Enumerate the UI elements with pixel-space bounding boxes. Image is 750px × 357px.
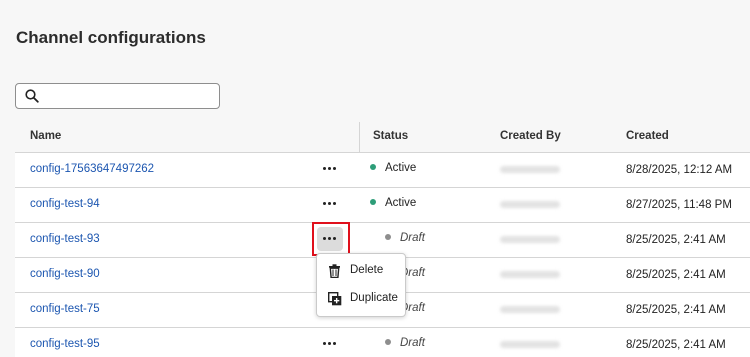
table-row[interactable]: config-test-94 Active 8/27/2025, 11:48 P… [15, 188, 750, 223]
search-field[interactable] [15, 83, 220, 109]
created-by-redacted [500, 166, 560, 173]
created-by-redacted [500, 201, 560, 208]
more-actions-button[interactable] [317, 192, 343, 216]
created-date: 8/25/2025, 2:41 AM [626, 304, 726, 316]
status-label: Draft [400, 232, 425, 244]
configurations-table: Name Status Created By Created config-17… [15, 122, 750, 357]
status-badge: Draft [385, 337, 425, 349]
config-name-link[interactable]: config-test-95 [30, 338, 100, 350]
created-by-redacted [500, 306, 560, 313]
status-badge: Active [370, 162, 416, 174]
status-dot [385, 339, 391, 345]
status-label: Active [385, 162, 417, 174]
status-badge: Draft [385, 232, 425, 244]
created-date: 8/25/2025, 2:41 AM [626, 234, 726, 246]
column-header-status[interactable]: Status [373, 130, 408, 142]
page-title: Channel configurations [16, 28, 206, 47]
created-date: 8/28/2025, 12:12 AM [626, 164, 733, 176]
search-input[interactable] [46, 87, 215, 107]
highlight-outline [312, 222, 350, 256]
menu-item-duplicate[interactable]: Duplicate [317, 286, 405, 312]
table-header: Name Status Created By Created [15, 122, 750, 153]
more-icon [323, 342, 337, 346]
config-name-link[interactable]: config-test-94 [30, 198, 100, 210]
table-row[interactable]: config-test-95 Draft 8/25/2025, 2:41 AM [15, 328, 750, 357]
table-row[interactable]: config-17563647497262 Active 8/28/2025, … [15, 153, 750, 188]
more-icon [323, 202, 337, 206]
column-header-name[interactable]: Name [30, 130, 61, 142]
trash-icon [329, 264, 340, 278]
duplicate-icon [328, 292, 342, 306]
config-name-link[interactable]: config-17563647497262 [30, 163, 154, 175]
status-label: Draft [400, 337, 425, 349]
config-name-link[interactable]: config-test-90 [30, 268, 100, 280]
column-header-created[interactable]: Created [626, 130, 669, 142]
menu-item-delete[interactable]: Delete [317, 258, 405, 284]
created-date: 8/25/2025, 2:41 AM [626, 339, 726, 351]
more-actions-button[interactable] [317, 157, 343, 181]
menu-item-label: Duplicate [350, 292, 398, 304]
status-dot [370, 199, 376, 205]
actions-menu: Delete Duplicate [316, 253, 406, 317]
status-dot [385, 234, 391, 240]
status-dot [370, 164, 376, 170]
more-actions-button[interactable] [317, 332, 343, 356]
status-label: Active [385, 197, 417, 209]
created-by-redacted [500, 271, 560, 278]
created-by-redacted [500, 341, 560, 348]
search-icon [25, 89, 39, 103]
config-name-link[interactable]: config-test-75 [30, 303, 100, 315]
more-icon [323, 167, 337, 171]
menu-item-label: Delete [350, 264, 384, 276]
created-by-redacted [500, 236, 560, 243]
created-date: 8/27/2025, 11:48 PM [626, 199, 732, 211]
created-date: 8/25/2025, 2:41 AM [626, 269, 726, 281]
status-badge: Active [370, 197, 416, 209]
page: Channel configurations Name Status Creat… [0, 0, 750, 357]
config-name-link[interactable]: config-test-93 [30, 233, 100, 245]
column-header-created-by[interactable]: Created By [500, 130, 561, 142]
